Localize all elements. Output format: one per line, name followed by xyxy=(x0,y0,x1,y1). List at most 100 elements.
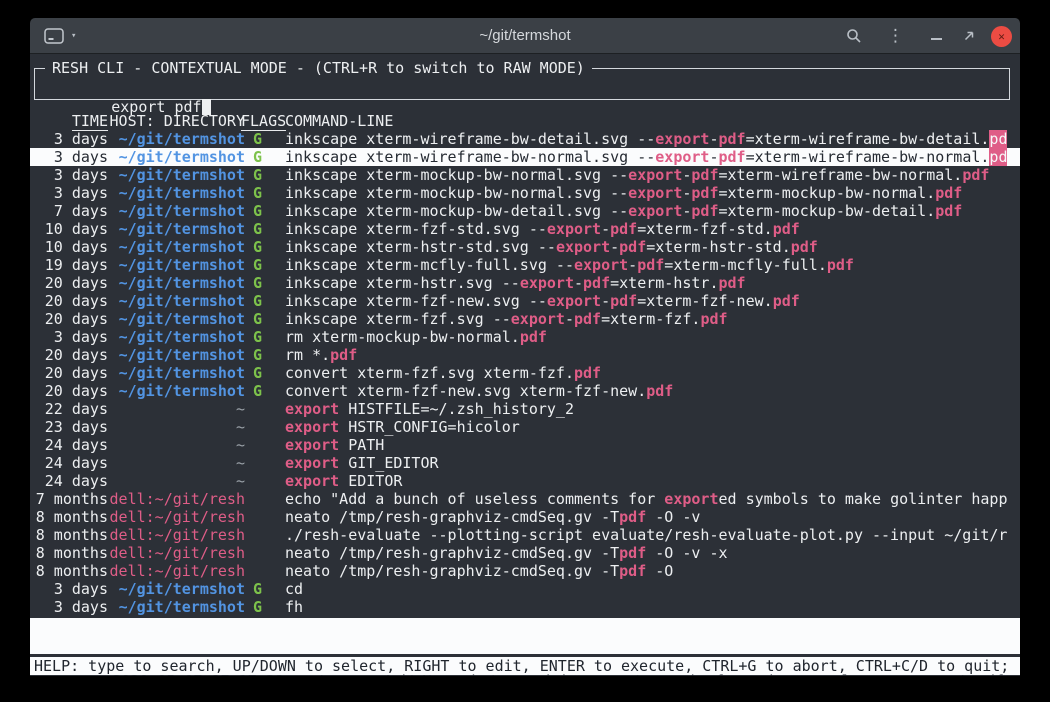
minimize-button[interactable] xyxy=(931,33,942,40)
match-highlight: export xyxy=(556,238,610,256)
history-row[interactable]: 20 days ~/git/termshot G inkscape xterm-… xyxy=(30,274,1020,292)
match-highlight: export xyxy=(655,130,709,148)
match-highlight: export xyxy=(285,400,339,418)
row-command: fh xyxy=(285,598,1020,616)
command-text: fh xyxy=(285,598,303,616)
command-text: inkscape xterm-fzf.svg -- xyxy=(285,310,511,328)
command-text: inkscape xterm-hstr-std.svg -- xyxy=(285,238,556,256)
row-host: ~/git/termshot xyxy=(108,238,245,256)
history-row[interactable]: 23 days ~ export HSTR_CONFIG=hicolor xyxy=(30,418,1020,436)
match-highlight: export xyxy=(547,292,601,310)
command-text: EDITOR xyxy=(339,472,402,490)
row-flags xyxy=(245,454,285,472)
history-row[interactable]: 3 days ~/git/termshot G inkscape xterm-w… xyxy=(30,148,1020,166)
history-row[interactable]: 24 days ~ export GIT_EDITOR xyxy=(30,454,1020,472)
history-row[interactable]: 8 months dell:~/git/resh ./resh-evaluate… xyxy=(30,526,1020,544)
history-row[interactable]: 20 days ~/git/termshot G inkscape xterm-… xyxy=(30,310,1020,328)
command-text: =xterm-fzf-std. xyxy=(637,220,772,238)
row-host: ~/git/termshot xyxy=(108,274,245,292)
row-time: 10 days xyxy=(34,220,108,238)
row-host: dell:~/git/resh xyxy=(108,562,245,580)
command-text: PATH xyxy=(339,436,384,454)
history-row[interactable]: 20 days ~/git/termshot G rm *.pdf xyxy=(30,346,1020,364)
menu-kebab-icon[interactable]: ⋮ xyxy=(887,26,904,46)
command-text: - xyxy=(565,310,574,328)
history-row[interactable]: 24 days ~ export PATH xyxy=(30,436,1020,454)
match-highlight: pdf xyxy=(791,238,818,256)
row-host: ~/git/termshot xyxy=(108,256,245,274)
row-command: inkscape xterm-mockup-bw-detail.svg --ex… xyxy=(285,202,1020,220)
history-row[interactable]: 20 days ~/git/termshot G inkscape xterm-… xyxy=(30,292,1020,310)
history-row[interactable]: 3 days ~/git/termshot G inkscape xterm-m… xyxy=(30,184,1020,202)
row-command: export GIT_EDITOR xyxy=(285,454,1020,472)
match-highlight: export xyxy=(520,274,574,292)
close-button[interactable]: ✕ xyxy=(991,26,1012,47)
row-host: ~/git/termshot xyxy=(108,580,245,598)
row-host: ~ xyxy=(108,400,245,418)
row-time: 22 days xyxy=(34,400,108,418)
history-row[interactable]: 10 days ~/git/termshot G inkscape xterm-… xyxy=(30,238,1020,256)
row-flags xyxy=(245,436,285,454)
row-host: ~/git/termshot xyxy=(108,166,245,184)
match-highlight: pdf xyxy=(962,166,989,184)
history-row[interactable]: 20 days ~/git/termshot G convert xterm-f… xyxy=(30,382,1020,400)
row-flags xyxy=(245,490,285,508)
row-time: 3 days xyxy=(34,580,108,598)
row-time: 8 months xyxy=(34,508,108,526)
match-highlight: pdf xyxy=(637,256,664,274)
history-row[interactable]: 3 days ~/git/termshot G rm xterm-mockup-… xyxy=(30,328,1020,346)
history-row[interactable]: 24 days ~ export EDITOR xyxy=(30,472,1020,490)
history-row[interactable]: 8 months dell:~/git/resh neato /tmp/resh… xyxy=(30,508,1020,526)
history-row[interactable]: 20 days ~/git/termshot G convert xterm-f… xyxy=(30,364,1020,382)
history-row[interactable]: 3 days ~/git/termshot G inkscape xterm-m… xyxy=(30,166,1020,184)
history-list: 3 days ~/git/termshot G inkscape xterm-w… xyxy=(30,130,1020,616)
row-command: inkscape xterm-mockup-bw-normal.svg --ex… xyxy=(285,166,1020,184)
command-text: HISTFILE=~/.zsh_history_2 xyxy=(339,400,574,418)
history-row[interactable]: 3 days ~/git/termshot G fh xyxy=(30,598,1020,616)
history-row[interactable]: 7 days ~/git/termshot G inkscape xterm-m… xyxy=(30,202,1020,220)
command-text: echo "Add a bunch of useless comments fo… xyxy=(285,490,664,508)
history-row[interactable]: 19 days ~/git/termshot G inkscape xterm-… xyxy=(30,256,1020,274)
match-highlight: pdf xyxy=(935,202,962,220)
match-highlight: pdf xyxy=(773,292,800,310)
command-text: cd xyxy=(285,580,303,598)
match-highlight: pdf xyxy=(691,184,718,202)
terminal-app-icon[interactable] xyxy=(44,28,64,44)
match-highlight: export xyxy=(574,256,628,274)
search-box[interactable]: RESH CLI - CONTEXTUAL MODE - (CTRL+R to … xyxy=(34,68,1010,100)
match-highlight: export xyxy=(547,220,601,238)
command-text: ./resh-evaluate --plotting-script evalua… xyxy=(285,526,1007,544)
match-highlight: pdf xyxy=(718,130,745,148)
command-text: inkscape xterm-mockup-bw-detail.svg -- xyxy=(285,202,628,220)
row-flags xyxy=(245,400,285,418)
titlebar[interactable]: ▾ ~/git/termshot ⋮ ✕ xyxy=(30,18,1020,54)
command-text: GIT_EDITOR xyxy=(339,454,438,472)
chevron-down-icon[interactable]: ▾ xyxy=(71,18,76,54)
search-icon[interactable] xyxy=(846,28,862,44)
row-time: 20 days xyxy=(34,364,108,382)
row-flags xyxy=(245,562,285,580)
history-row[interactable]: 10 days ~/git/termshot G inkscape xterm-… xyxy=(30,220,1020,238)
history-row[interactable]: 3 days ~/git/termshot G cd xyxy=(30,580,1020,598)
command-text: inkscape xterm-mcfly-full.svg -- xyxy=(285,256,574,274)
row-flags: G xyxy=(245,598,285,616)
row-flags: G xyxy=(245,346,285,364)
row-command: export HISTFILE=~/.zsh_history_2 xyxy=(285,400,1020,418)
history-row[interactable]: 8 months dell:~/git/resh neato /tmp/resh… xyxy=(30,562,1020,580)
row-host: dell:~/git/resh xyxy=(108,544,245,562)
truncated-match: pd xyxy=(989,148,1007,166)
history-row[interactable]: 8 months dell:~/git/resh neato /tmp/resh… xyxy=(30,544,1020,562)
history-row[interactable]: 7 months dell:~/git/resh echo "Add a bun… xyxy=(30,490,1020,508)
search-box-title: RESH CLI - CONTEXTUAL MODE - (CTRL+R to … xyxy=(45,59,592,77)
row-host: dell:~/git/resh xyxy=(108,526,245,544)
restore-button[interactable] xyxy=(962,29,976,43)
match-highlight: export xyxy=(655,148,709,166)
row-flags: G xyxy=(245,328,285,346)
row-time: 3 days xyxy=(34,598,108,616)
row-command: inkscape xterm-wireframe-bw-detail.svg -… xyxy=(285,130,1020,148)
row-host: ~ xyxy=(108,418,245,436)
command-text: neato /tmp/resh-graphviz-cmdSeq.gv -T xyxy=(285,562,619,580)
match-highlight: pdf xyxy=(935,184,962,202)
search-input[interactable]: export pdf xyxy=(111,98,201,116)
history-row[interactable]: 22 days ~ export HISTFILE=~/.zsh_history… xyxy=(30,400,1020,418)
